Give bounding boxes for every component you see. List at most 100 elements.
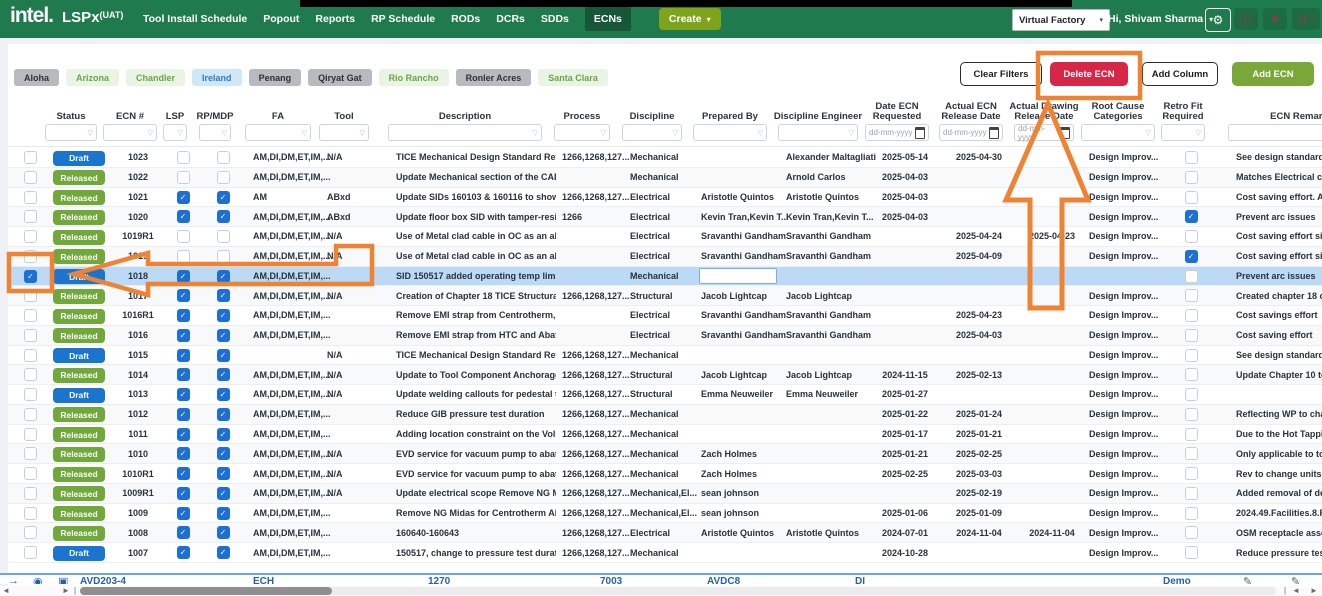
lsp-checkbox[interactable]: ✓ (177, 270, 190, 283)
table-row-ecn-1010R1[interactable]: Released1010R1✓✓AM,DI,DM,ET,IM,...N/AEVD… (8, 464, 1322, 484)
rpmdp-checkbox[interactable]: ✓ (217, 191, 230, 204)
row-select-checkbox[interactable] (24, 526, 37, 539)
notifications-bell-icon[interactable]: Ω 0 (1292, 8, 1320, 30)
rpmdp-checkbox[interactable]: ✓ (217, 309, 230, 322)
rpmdp-checkbox[interactable]: ✓ (217, 289, 230, 302)
table-row-ecn-1014[interactable]: Released1014✓✓AM,DI,DM,ET,IM,...N/AUpdat… (8, 365, 1322, 385)
row-select-checkbox[interactable] (24, 289, 37, 302)
lsp-checkbox[interactable] (177, 171, 190, 184)
status-badge[interactable]: Released (53, 467, 105, 482)
rpmdp-checkbox[interactable] (217, 230, 230, 243)
rpmdp-checkbox[interactable]: ✓ (217, 368, 230, 381)
footer-circle-icon[interactable]: ◉ (33, 575, 43, 584)
lsp-checkbox[interactable]: ✓ (177, 210, 190, 223)
table-row-ecn-1019R1[interactable]: Released1019R1AM,DI,DM,ET,IM,...N/AUse o… (8, 227, 1322, 247)
lsp-checkbox[interactable]: ✓ (177, 329, 190, 342)
scroll-left-arrow-icon-2[interactable]: ◄ (1292, 586, 1300, 595)
retro-checkbox[interactable] (1185, 388, 1198, 401)
retro-checkbox[interactable] (1185, 467, 1198, 480)
status-badge[interactable]: Released (53, 190, 105, 205)
footer-arrow-icon[interactable]: → (8, 575, 19, 584)
filter-lsp-select[interactable]: ▽ (163, 124, 187, 141)
status-badge[interactable]: Draft (53, 269, 105, 284)
footer-edit-pencil-icon-2[interactable]: ✎ (1291, 575, 1300, 584)
filter-process-select[interactable]: ▽ (554, 124, 610, 141)
table-row-ecn-1008[interactable]: Released1008✓✓AM,DI,DM,ET,IM,...160640-1… (8, 523, 1322, 543)
table-row-ecn-1009R1[interactable]: Released1009R1✓✓AM,DI,DM,ET,IM,...N/AUpd… (8, 484, 1322, 504)
table-row-ecn-1013[interactable]: Draft1013✓✓AM,DI,DM,ET,IM,...N/AUpdate w… (8, 385, 1322, 405)
rpmdp-checkbox[interactable]: ✓ (217, 507, 230, 520)
row-select-checkbox[interactable] (24, 309, 37, 322)
footer-box-icon[interactable]: ▣ (58, 575, 68, 584)
row-select-checkbox[interactable]: ✓ (24, 270, 37, 283)
footer-edit-pencil-icon[interactable]: ✎ (1243, 575, 1252, 584)
status-badge[interactable]: Released (53, 249, 105, 264)
lsp-checkbox[interactable]: ✓ (177, 428, 190, 441)
clear-filters-button[interactable]: Clear Filters (960, 62, 1042, 86)
filter-prepared-select[interactable]: ▽ (693, 124, 767, 141)
status-badge[interactable]: Released (53, 447, 105, 462)
settings-gear-icon[interactable]: ⚙ (1205, 8, 1231, 32)
rpmdp-checkbox[interactable]: ✓ (217, 210, 230, 223)
status-badge[interactable]: Released (53, 526, 105, 541)
lsp-checkbox[interactable]: ✓ (177, 546, 190, 559)
row-select-checkbox[interactable] (24, 349, 37, 362)
row-select-checkbox[interactable] (24, 467, 37, 480)
scrollbar-thumb[interactable] (80, 587, 332, 595)
row-select-checkbox[interactable] (24, 546, 37, 559)
table-row-ecn-1019[interactable]: Released1019AM,DI,DM,ET,IM,...N/AUse of … (8, 247, 1322, 267)
status-badge[interactable]: Released (53, 289, 105, 304)
lsp-checkbox[interactable]: ✓ (177, 467, 190, 480)
status-badge[interactable]: Released (53, 230, 105, 245)
nav-item-tool-install-schedule[interactable]: Tool Install Schedule (143, 13, 247, 25)
row-select-checkbox[interactable] (24, 230, 37, 243)
lsp-checkbox[interactable]: ✓ (177, 447, 190, 460)
retro-checkbox[interactable] (1185, 368, 1198, 381)
rpmdp-checkbox[interactable]: ✓ (217, 408, 230, 421)
retro-checkbox[interactable] (1185, 408, 1198, 421)
rpmdp-checkbox[interactable]: ✓ (217, 546, 230, 559)
rpmdp-checkbox[interactable] (217, 151, 230, 164)
status-badge[interactable]: Released (53, 368, 105, 383)
retro-checkbox[interactable] (1185, 349, 1198, 362)
scroll-right-arrow-icon[interactable]: ► (62, 586, 70, 595)
nav-item-ecns[interactable]: ECNs (585, 7, 631, 31)
nav-item-dcrs[interactable]: DCRs (496, 13, 525, 25)
filter-discipline-select[interactable]: ▽ (622, 124, 682, 141)
table-row-ecn-1009[interactable]: Released1009✓✓AM,DI,DM,ET,IM,...Remove N… (8, 504, 1322, 524)
lsp-checkbox[interactable]: ✓ (177, 309, 190, 322)
site-chip-arizona[interactable]: Arizona (66, 69, 119, 86)
table-row-ecn-1016R1[interactable]: Released1016R1✓✓AM,DI,DM,ET,IM,...Remove… (8, 306, 1322, 326)
filter-remarks-input[interactable] (1228, 124, 1322, 141)
table-row-ecn-1007[interactable]: Draft1007✓✓AM,DI,DM,ET,IM,...150517, cha… (8, 543, 1322, 563)
status-badge[interactable]: Released (53, 210, 105, 225)
rpmdp-checkbox[interactable] (217, 250, 230, 263)
site-chip-qiryat-gat[interactable]: Qiryat Gat (308, 69, 372, 86)
table-row-ecn-1011[interactable]: Released1011✓✓AM,DI,DM,ET,IM,...Adding l… (8, 425, 1322, 445)
rpmdp-checkbox[interactable]: ✓ (217, 447, 230, 460)
table-row-ecn-1016[interactable]: Released1016✓✓AM,DI,DM,ET,IM,...Remove E… (8, 326, 1322, 346)
status-badge[interactable]: Draft (53, 388, 105, 403)
table-row-ecn-1023[interactable]: Draft1023AM,DI,DM,ET,IM,...N/ATICE Mecha… (8, 148, 1322, 168)
filter-status-select[interactable]: ▽ (45, 124, 97, 141)
lsp-checkbox[interactable]: ✓ (177, 526, 190, 539)
row-select-checkbox[interactable] (24, 408, 37, 421)
lsp-checkbox[interactable]: ✓ (177, 408, 190, 421)
lsp-checkbox[interactable]: ✓ (177, 388, 190, 401)
row-select-checkbox[interactable] (24, 447, 37, 460)
add-column-button[interactable]: Add Column (1142, 62, 1218, 86)
status-badge[interactable]: Released (53, 407, 105, 422)
lsp-checkbox[interactable]: ✓ (177, 368, 190, 381)
scroll-left-arrow-icon[interactable]: ◄ (2, 586, 10, 595)
status-badge[interactable]: Released (53, 506, 105, 521)
nav-item-popout[interactable]: Popout (263, 13, 299, 25)
row-select-checkbox[interactable] (24, 191, 37, 204)
prepared-by-edit-cell[interactable] (699, 268, 777, 284)
status-badge[interactable]: Draft (53, 546, 105, 561)
rpmdp-checkbox[interactable]: ✓ (217, 487, 230, 500)
table-row-ecn-1012[interactable]: Released1012✓✓AM,DI,DM,ET,IM,...Reduce G… (8, 405, 1322, 425)
row-select-checkbox[interactable] (24, 428, 37, 441)
table-row-ecn-1020[interactable]: Released1020✓✓AM,DI,DM,ET,IM,...ABxdUpda… (8, 207, 1322, 227)
site-chip-penang[interactable]: Penang (249, 69, 302, 86)
status-badge[interactable]: Released (53, 328, 105, 343)
